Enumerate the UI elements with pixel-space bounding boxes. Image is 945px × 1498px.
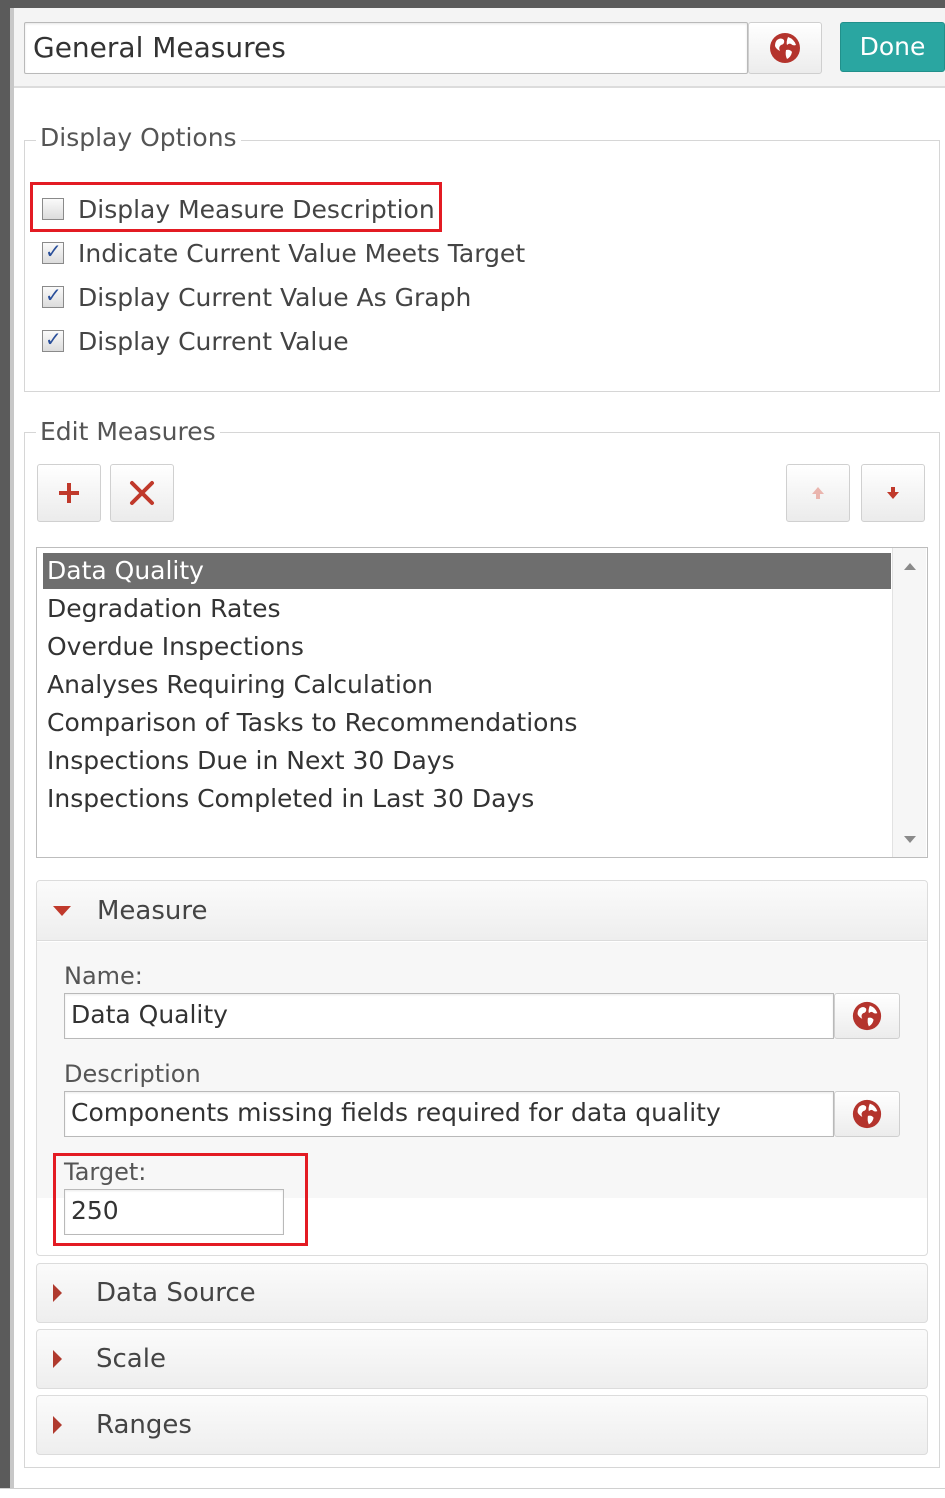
section-title: Measure (97, 895, 208, 926)
highlight-box (53, 1153, 308, 1246)
move-up-icon (812, 487, 824, 499)
checkbox[interactable] (42, 283, 64, 308)
section-title: Data Source (96, 1278, 256, 1308)
window-frame-left (0, 0, 10, 1498)
globe-icon (770, 33, 800, 63)
option-indicate-current-value-meets-target[interactable]: Indicate Current Value Meets Target (42, 236, 525, 270)
name-translate-button[interactable] (834, 993, 900, 1039)
option-label: Display Current Value As Graph (78, 282, 472, 312)
description-translate-button[interactable] (834, 1091, 900, 1137)
option-label: Indicate Current Value Meets Target (78, 238, 526, 268)
section-title: Ranges (96, 1410, 192, 1440)
name-input[interactable]: Data Quality (64, 993, 834, 1039)
list-item[interactable]: Data Quality (43, 553, 891, 589)
data-source-section-header[interactable]: Data Source (36, 1263, 928, 1323)
title-input[interactable]: General Measures (24, 22, 748, 74)
scroll-up-icon[interactable] (893, 550, 927, 580)
collapsed-arrow-icon (53, 1416, 62, 1434)
done-button[interactable]: Done (840, 22, 945, 72)
globe-icon (852, 1001, 882, 1031)
description-label: Description (64, 1060, 201, 1088)
list-item[interactable]: Comparison of Tasks to Recommendations (43, 705, 891, 741)
expanded-arrow-icon (53, 905, 71, 916)
remove-icon (130, 481, 154, 505)
display-options-legend: Display Options (36, 123, 241, 153)
move-up-button[interactable] (786, 464, 850, 522)
list-item[interactable]: Analyses Requiring Calculation (43, 667, 891, 703)
collapsed-arrow-icon (53, 1284, 62, 1302)
checkbox[interactable] (42, 239, 64, 264)
list-scrollbar[interactable] (892, 548, 926, 857)
measure-list[interactable]: Data Quality Degradation Rates Overdue I… (36, 547, 928, 858)
move-down-icon (887, 487, 899, 499)
scroll-down-icon[interactable] (893, 826, 927, 856)
add-measure-button[interactable] (37, 464, 101, 522)
translate-globe-button[interactable] (748, 22, 822, 74)
list-item[interactable]: Inspections Completed in Last 30 Days (43, 781, 891, 817)
scale-section-header[interactable]: Scale (36, 1329, 928, 1389)
window-frame-bottom (0, 1488, 945, 1498)
panel-border (10, 8, 14, 1488)
globe-icon (852, 1099, 882, 1129)
list-item[interactable]: Inspections Due in Next 30 Days (43, 743, 891, 779)
add-icon (59, 483, 79, 503)
option-display-current-value-as-graph[interactable]: Display Current Value As Graph (42, 280, 471, 314)
measure-section-header[interactable]: Measure (37, 881, 927, 941)
move-down-button[interactable] (861, 464, 925, 522)
remove-measure-button[interactable] (110, 464, 174, 522)
list-item[interactable]: Overdue Inspections (43, 629, 891, 665)
collapsed-arrow-icon (53, 1350, 62, 1368)
option-label: Display Current Value (78, 326, 349, 356)
description-input[interactable]: Components missing fields required for d… (64, 1091, 834, 1137)
ranges-section-header[interactable]: Ranges (36, 1395, 928, 1455)
window-frame-top (0, 0, 945, 8)
checkbox[interactable] (42, 327, 64, 352)
section-title: Scale (96, 1344, 166, 1374)
list-item[interactable]: Degradation Rates (43, 591, 891, 627)
name-label: Name: (64, 962, 143, 990)
option-display-current-value[interactable]: Display Current Value (42, 324, 349, 358)
edit-measures-legend: Edit Measures (36, 417, 220, 447)
highlight-box (30, 182, 442, 232)
